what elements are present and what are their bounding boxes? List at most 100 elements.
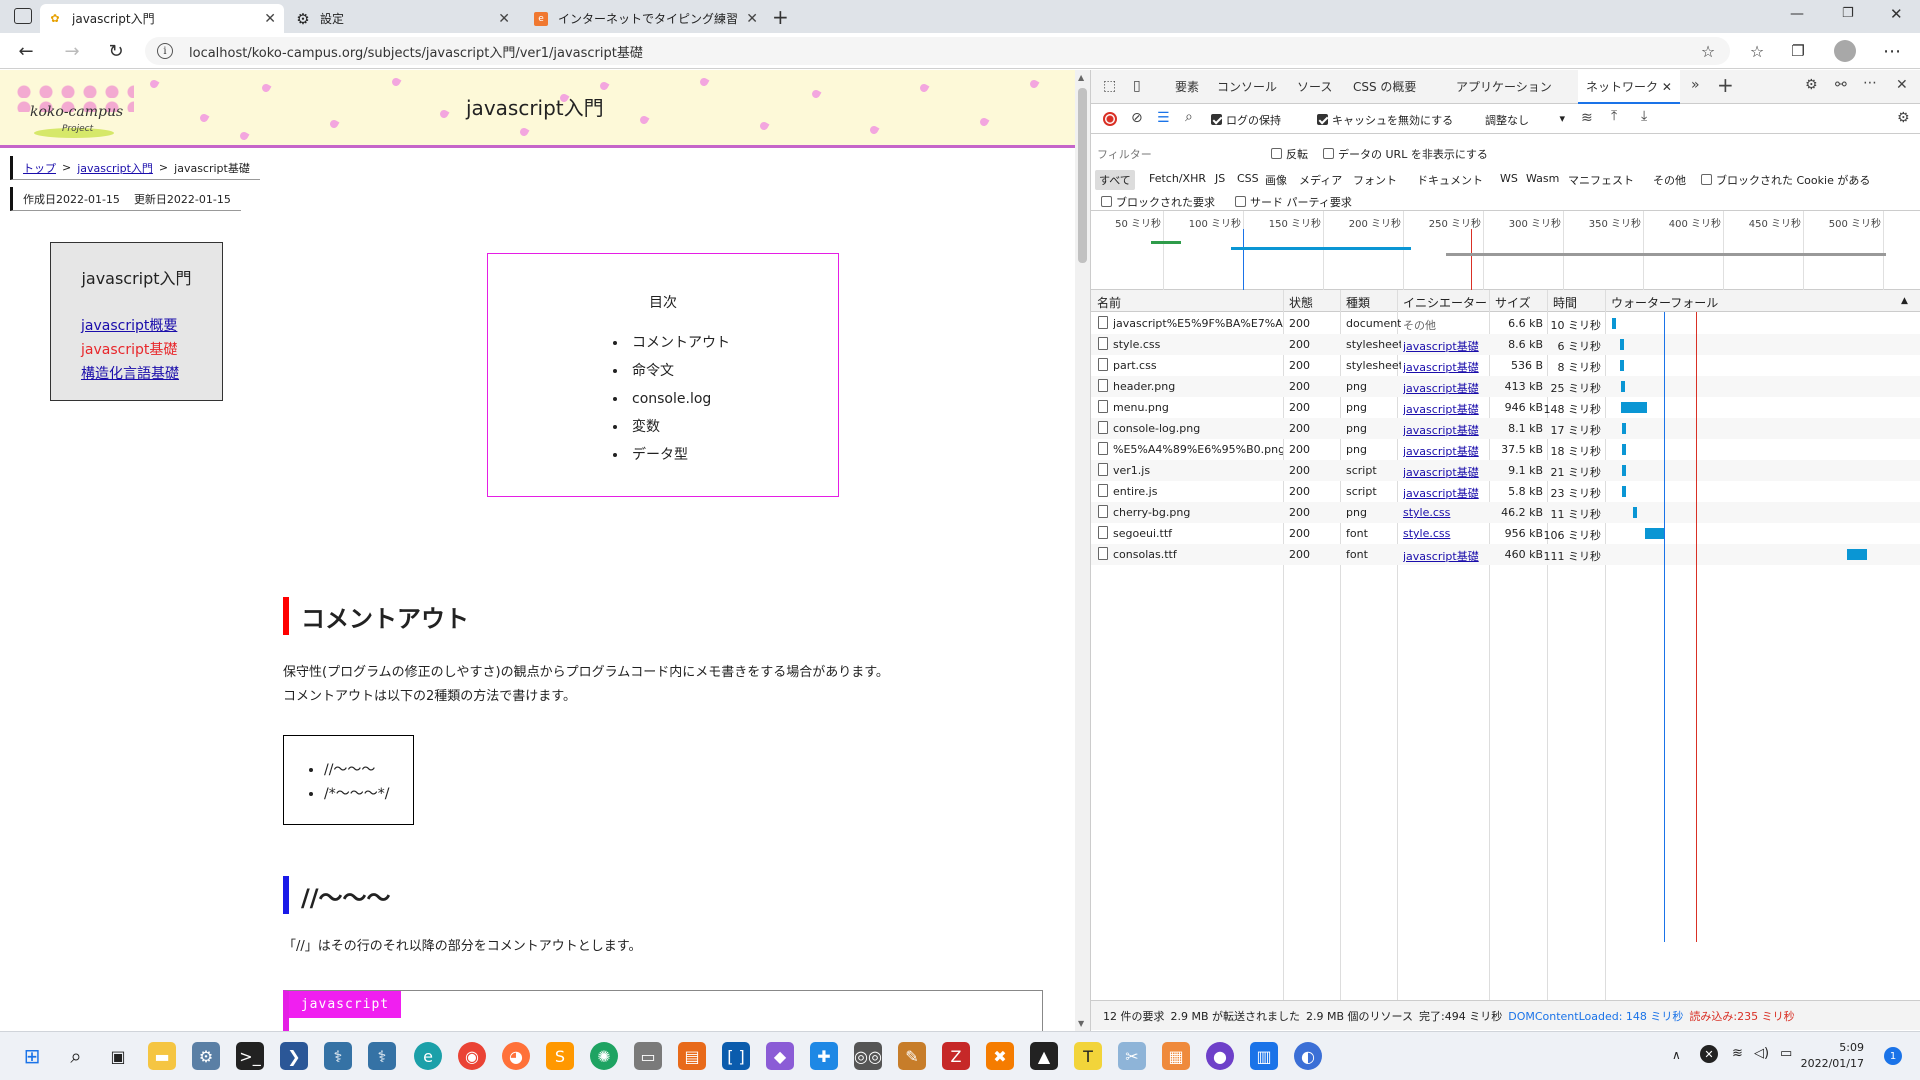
close-tab-icon[interactable]: ✕: [498, 11, 510, 27]
edge-icon[interactable]: e: [414, 1042, 442, 1070]
settings-icon[interactable]: ⚙: [192, 1042, 220, 1070]
invert-checkbox[interactable]: 反転: [1271, 146, 1308, 162]
devtools-tab-elements[interactable]: 要素: [1175, 78, 1199, 95]
collections-icon[interactable]: ❐: [1786, 39, 1810, 63]
remote-desktop-icon[interactable]: ▭: [634, 1042, 662, 1070]
request-initiator[interactable]: style.css: [1403, 506, 1491, 519]
battery-icon[interactable]: ▭: [1780, 1046, 1792, 1061]
filter-type-media[interactable]: メディア: [1299, 172, 1342, 188]
request-initiator[interactable]: javascript基礎: [1403, 485, 1491, 501]
devtools-tab-css-overview[interactable]: CSS の概要: [1353, 78, 1416, 95]
side-menu-link-basics[interactable]: javascript基礎: [81, 339, 177, 359]
toc-item[interactable]: データ型: [628, 441, 730, 469]
preserve-log-checkbox[interactable]: ログの保持: [1211, 112, 1281, 128]
filter-icon[interactable]: ☰: [1157, 110, 1170, 126]
search-icon[interactable]: ⌕: [62, 1042, 90, 1070]
devtools-tab-application[interactable]: アプリケーション: [1456, 78, 1552, 95]
filezilla-icon[interactable]: Z: [942, 1042, 970, 1070]
snipping-tool-icon[interactable]: ✂: [1118, 1042, 1146, 1070]
table-row[interactable]: ver1.js 200 script javascript基礎 9.1 kB 21 ミリ秒: [1091, 460, 1920, 481]
filter-type-manifest[interactable]: マニフェスト: [1568, 172, 1634, 188]
browser-tab-javascript[interactable]: ✿ javascript入門 ✕: [40, 4, 284, 33]
more-options-icon[interactable]: ⋯: [1863, 75, 1877, 91]
filter-type-img[interactable]: 画像: [1265, 172, 1287, 188]
site-logo[interactable]: koko-campus Project: [14, 78, 134, 140]
volume-icon[interactable]: ◁): [1754, 1046, 1769, 1061]
table-row[interactable]: %E5%A4%89%E6%95%B0.png 200 png javascript基礎…: [1091, 439, 1920, 460]
filter-type-font[interactable]: フォント: [1353, 172, 1397, 188]
python-idle-icon[interactable]: ⚕: [368, 1042, 396, 1070]
column-header-waterfall[interactable]: ウォーターフォール: [1611, 294, 1718, 311]
record-icon[interactable]: [1103, 112, 1117, 126]
paint-icon[interactable]: ✎: [898, 1042, 926, 1070]
back-icon[interactable]: ←: [14, 39, 38, 63]
app-icon[interactable]: ✺: [590, 1042, 618, 1070]
notification-badge[interactable]: 1: [1884, 1047, 1902, 1065]
text-app-icon[interactable]: T: [1074, 1042, 1102, 1070]
sublime-text-icon[interactable]: S: [546, 1042, 574, 1070]
notepad-icon[interactable]: ▥: [1250, 1042, 1278, 1070]
blocked-cookies-checkbox[interactable]: ブロックされた Cookie がある: [1701, 172, 1870, 188]
request-initiator[interactable]: javascript基礎: [1403, 548, 1491, 564]
breadcrumb-parent-link[interactable]: javascript入門: [77, 160, 153, 176]
column-header-status[interactable]: 状態: [1289, 294, 1313, 311]
task-view-icon[interactable]: ▣: [104, 1042, 132, 1070]
network-settings-icon[interactable]: ⚙: [1897, 110, 1910, 126]
filter-type-ws[interactable]: WS: [1500, 172, 1518, 185]
site-info-icon[interactable]: i: [157, 43, 173, 59]
favorites-icon[interactable]: ☆: [1745, 39, 1769, 63]
chrome-icon[interactable]: ◉: [458, 1042, 486, 1070]
column-header-time[interactable]: 時間: [1553, 294, 1577, 311]
wifi-icon[interactable]: ≋: [1581, 110, 1593, 126]
restore-icon[interactable]: ❐: [1842, 6, 1854, 21]
blocked-requests-checkbox[interactable]: ブロックされた要求: [1101, 194, 1215, 210]
table-row[interactable]: console-log.png 200 png javascript基礎 8.1 kB 1…: [1091, 418, 1920, 439]
reload-icon[interactable]: ↻: [104, 39, 128, 63]
table-row[interactable]: segoeui.ttf 200 font style.css 956 kB 106 ミリ秒: [1091, 523, 1920, 544]
new-tab-icon[interactable]: +: [772, 5, 789, 29]
sort-up-icon[interactable]: ▲: [1901, 296, 1908, 306]
table-row[interactable]: cherry-bg.png 200 png style.css 46.2 kB 11 ミリ…: [1091, 502, 1920, 523]
filter-type-css[interactable]: CSS: [1237, 172, 1259, 185]
profile-avatar[interactable]: [1834, 40, 1856, 62]
more-tabs-icon[interactable]: »: [1691, 77, 1700, 93]
breadcrumb-home-link[interactable]: トップ: [23, 160, 56, 176]
devtools-tab-network[interactable]: ネットワーク ✕: [1578, 70, 1680, 104]
table-row[interactable]: entire.js 200 script javascript基礎 5.8 kB 23 ミ…: [1091, 481, 1920, 502]
favorite-star-icon[interactable]: ☆: [1696, 39, 1720, 63]
hide-data-urls-checkbox[interactable]: データの URL を非表示にする: [1323, 146, 1488, 162]
table-row[interactable]: consolas.ttf 200 font javascript基礎 460 kB 111…: [1091, 544, 1920, 565]
toc-item[interactable]: 命令文: [628, 357, 730, 385]
request-initiator[interactable]: javascript基礎: [1403, 443, 1491, 459]
tab-actions-icon[interactable]: [14, 8, 32, 24]
close-tab-icon[interactable]: ✕: [1662, 80, 1672, 94]
request-initiator[interactable]: javascript基礎: [1403, 401, 1491, 417]
device-toggle-icon[interactable]: ▯: [1133, 78, 1141, 94]
forward-icon[interactable]: →: [60, 39, 84, 63]
add-tab-icon[interactable]: +: [1717, 73, 1734, 97]
browser-tab-typing[interactable]: e インターネットでタイピング練習 イータ... ✕: [526, 4, 766, 33]
customize-icon[interactable]: ⚯: [1835, 77, 1847, 93]
file-explorer-icon[interactable]: ▬: [148, 1042, 176, 1070]
pattern-app-icon[interactable]: ▦: [1162, 1042, 1190, 1070]
page-scrollbar[interactable]: ▲ ▼: [1075, 70, 1090, 1031]
terminal-icon[interactable]: >_: [236, 1042, 264, 1070]
more-menu-icon[interactable]: ⋯: [1880, 39, 1904, 63]
minimize-icon[interactable]: —: [1790, 6, 1804, 22]
glasses-icon[interactable]: ◎◎: [854, 1042, 882, 1070]
request-initiator[interactable]: javascript基礎: [1403, 338, 1491, 354]
filter-type-all[interactable]: すべて: [1095, 170, 1135, 190]
request-initiator[interactable]: javascript基礎: [1403, 464, 1491, 480]
table-row[interactable]: header.png 200 png javascript基礎 413 kB 25 ミリ秒: [1091, 376, 1920, 397]
column-header-size[interactable]: サイズ: [1495, 294, 1531, 311]
close-window-icon[interactable]: ✕: [1890, 5, 1903, 23]
settings-gear-icon[interactable]: ⚙: [1805, 77, 1818, 93]
toc-item[interactable]: 変数: [628, 413, 730, 441]
throttle-select[interactable]: 調整なし ▾: [1485, 112, 1565, 128]
xampp-icon[interactable]: ✖: [986, 1042, 1014, 1070]
search-icon[interactable]: ⌕: [1185, 109, 1193, 125]
filter-type-js[interactable]: JS: [1215, 172, 1225, 185]
table-row[interactable]: part.css 200 stylesheet javascript基礎 536 B 8 …: [1091, 355, 1920, 376]
bracket-app-icon[interactable]: [ ]: [722, 1042, 750, 1070]
taskbar-clock[interactable]: 5:09 2022/01/17: [1801, 1040, 1864, 1072]
